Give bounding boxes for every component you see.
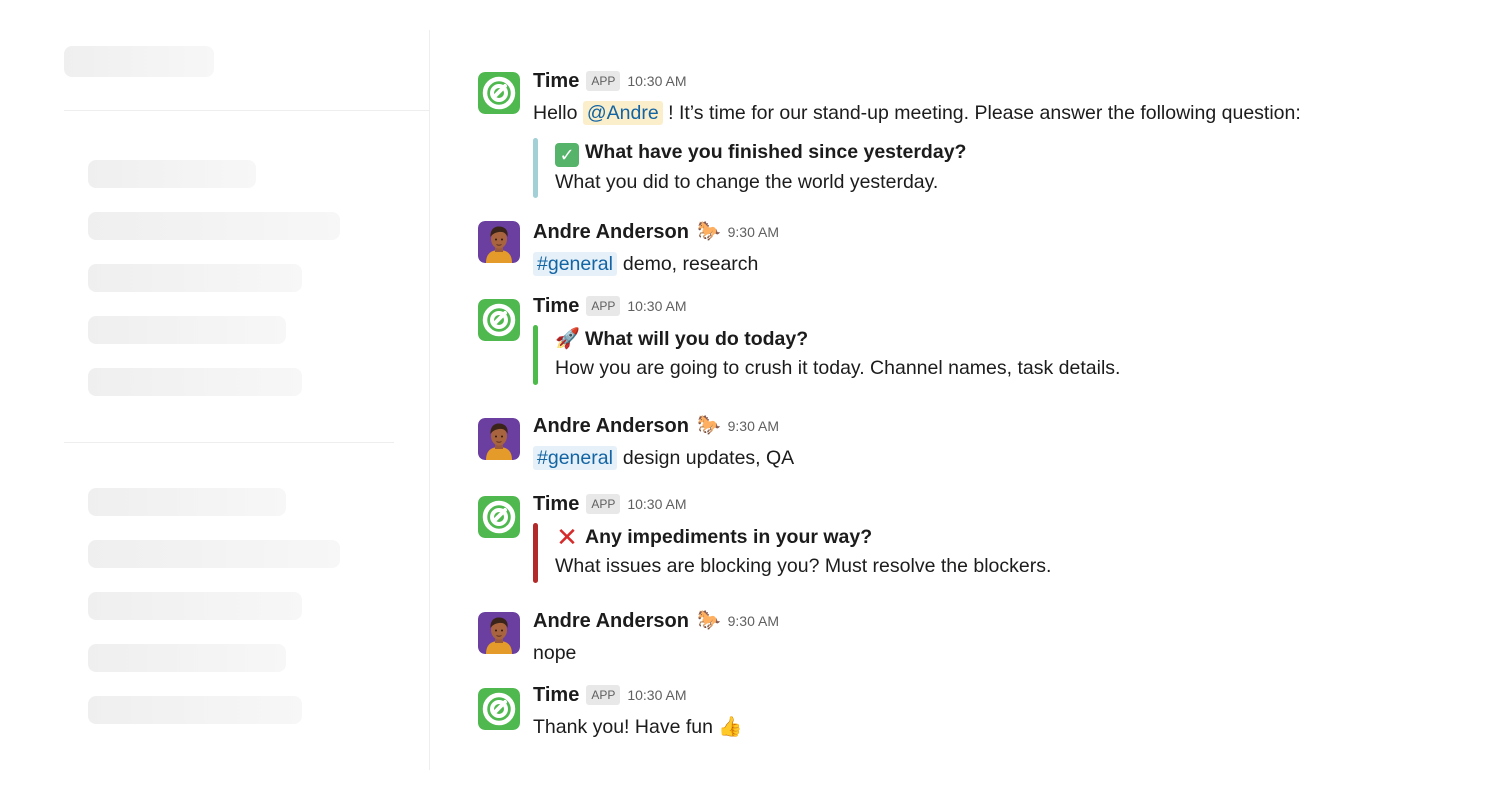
- sidebar-divider: [64, 442, 394, 443]
- status-emoji-horse-icon: 🐎: [696, 610, 721, 631]
- attachment: 🚀 What will you do today? How you are goi…: [533, 325, 1433, 385]
- check-mark-icon: ✓: [555, 143, 579, 167]
- timestamp[interactable]: 9:30 AM: [728, 613, 779, 629]
- attachment-text: How you are going to crush it today. Cha…: [555, 357, 1121, 379]
- time-app-icon[interactable]: [478, 72, 520, 114]
- attachment-title: 🚀 What will you do today?: [555, 325, 1433, 353]
- attachment-bar: [533, 325, 538, 385]
- attachment-title-text: What will you do today?: [585, 328, 809, 350]
- time-app-icon[interactable]: [478, 299, 520, 341]
- sender-name[interactable]: Time: [533, 70, 579, 93]
- status-emoji-horse-icon: 🐎: [696, 221, 721, 242]
- sidebar-item-placeholder[interactable]: [88, 264, 302, 292]
- message-text-suffix: ! It’s time for our stand-up meeting. Pl…: [662, 102, 1301, 124]
- attachment-bar: [533, 523, 538, 583]
- cross-mark-icon: ✕: [556, 522, 578, 552]
- message-text: #general demo, research: [533, 251, 1433, 277]
- sidebar-item-placeholder[interactable]: [88, 160, 256, 188]
- timestamp[interactable]: 9:30 AM: [728, 224, 779, 240]
- sidebar-item-placeholder[interactable]: [88, 368, 302, 396]
- timestamp[interactable]: 10:30 AM: [627, 496, 686, 512]
- message-text-body: Thank you! Have fun: [533, 716, 713, 738]
- thumbs-up-icon: 👍: [718, 716, 743, 738]
- sender-name[interactable]: Andre Anderson: [533, 221, 689, 244]
- attachment-text: What you did to change the world yesterd…: [555, 171, 939, 193]
- user-mention[interactable]: @Andre: [582, 101, 663, 125]
- attachment: ✕ Any impediments in your way? What issue…: [533, 523, 1433, 583]
- sidebar-divider: [64, 110, 430, 111]
- avatar[interactable]: [478, 221, 520, 263]
- time-app-icon[interactable]: [478, 496, 520, 538]
- sidebar-item-placeholder[interactable]: [88, 212, 340, 240]
- sender-name[interactable]: Andre Anderson: [533, 415, 689, 438]
- timestamp[interactable]: 10:30 AM: [627, 73, 686, 89]
- sidebar-item-placeholder[interactable]: [88, 540, 340, 568]
- timestamp[interactable]: 10:30 AM: [627, 687, 686, 703]
- sidebar-item-placeholder[interactable]: [88, 592, 302, 620]
- time-app-icon[interactable]: [478, 688, 520, 730]
- sender-name[interactable]: Andre Anderson: [533, 610, 689, 633]
- message-text: Hello @Andre ! It’s time for our stand-u…: [533, 100, 1433, 126]
- app-badge: APP: [586, 685, 621, 705]
- attachment-bar: [533, 138, 538, 198]
- sidebar-item-placeholder[interactable]: [88, 644, 286, 672]
- attachment-title-text: Any impediments in your way?: [585, 526, 873, 548]
- attachment-title-text: What have you finished since yesterday?: [585, 141, 967, 163]
- sidebar-item-placeholder[interactable]: [88, 696, 302, 724]
- app-badge: APP: [586, 71, 621, 91]
- attachment-text: What issues are blocking you? Must resol…: [555, 555, 1052, 577]
- message-text-body: demo, research: [622, 253, 759, 275]
- pane-divider: [429, 30, 430, 770]
- channel-link[interactable]: #general: [533, 252, 617, 276]
- sidebar-item-placeholder[interactable]: [88, 316, 286, 344]
- attachment-title: ✓ What have you finished since yesterday?: [555, 138, 1433, 167]
- message-text: Thank you! Have fun 👍: [533, 714, 1433, 740]
- app-badge: APP: [586, 296, 621, 316]
- avatar[interactable]: [478, 418, 520, 460]
- message-text: #general design updates, QA: [533, 445, 1433, 471]
- message-text: nope: [533, 642, 577, 664]
- sender-name[interactable]: Time: [533, 684, 579, 707]
- timestamp[interactable]: 9:30 AM: [728, 418, 779, 434]
- attachment: ✓ What have you finished since yesterday?…: [533, 138, 1433, 198]
- sidebar-item-placeholder[interactable]: [88, 488, 286, 516]
- status-emoji-horse-icon: 🐎: [696, 415, 721, 436]
- message-text-body: design updates, QA: [622, 447, 795, 469]
- attachment-title: ✕ Any impediments in your way?: [555, 523, 1433, 551]
- sidebar-title-placeholder: [64, 46, 214, 77]
- rocket-icon: 🚀: [555, 328, 580, 350]
- sender-name[interactable]: Time: [533, 295, 579, 318]
- avatar[interactable]: [478, 612, 520, 654]
- sender-name[interactable]: Time: [533, 493, 579, 516]
- app-badge: APP: [586, 494, 621, 514]
- timestamp[interactable]: 10:30 AM: [627, 298, 686, 314]
- sidebar: [0, 0, 430, 800]
- message-text-prefix: Hello: [533, 102, 583, 124]
- channel-link[interactable]: #general: [533, 446, 617, 470]
